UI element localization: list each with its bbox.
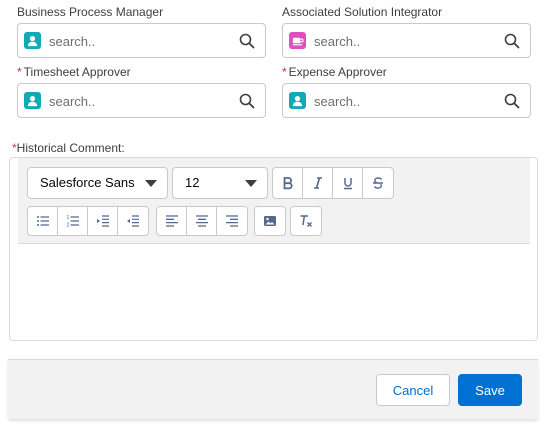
text-format-group xyxy=(272,167,394,199)
insert-image-button[interactable] xyxy=(255,207,285,235)
bulleted-list-icon xyxy=(36,216,49,226)
expense-approver-label: * Expense Approver xyxy=(282,65,387,79)
bulleted-list-button[interactable] xyxy=(28,207,58,235)
editor-toolbar: Salesforce Sans 12 1 2 xyxy=(18,158,530,244)
align-left-button[interactable] xyxy=(157,207,187,235)
chevron-down-icon xyxy=(245,180,257,187)
contact-icon xyxy=(24,32,41,49)
italic-icon xyxy=(313,177,322,189)
font-family-select[interactable]: Salesforce Sans xyxy=(27,167,168,199)
business-process-manager-lookup[interactable] xyxy=(17,23,266,58)
form-footer: Cancel Save xyxy=(8,359,538,419)
strikethrough-icon xyxy=(373,177,383,189)
remove-formatting-button[interactable] xyxy=(291,207,321,235)
required-marker: * xyxy=(17,65,22,79)
associated-solution-integrator-lookup[interactable] xyxy=(282,23,531,58)
indent-icon xyxy=(96,215,109,227)
rich-text-editor: Salesforce Sans 12 1 2 xyxy=(9,157,538,341)
editor-content-area[interactable] xyxy=(18,244,530,340)
timesheet-approver-label: * Timesheet Approver xyxy=(17,65,131,79)
chevron-down-icon xyxy=(145,180,157,187)
timesheet-approver-lookup[interactable] xyxy=(17,83,266,118)
svg-text:1: 1 xyxy=(66,215,69,221)
insert-group xyxy=(254,206,286,236)
expense-approver-search-input[interactable] xyxy=(314,91,494,111)
underline-icon xyxy=(343,178,352,190)
contact-icon xyxy=(24,92,41,109)
align-center-icon xyxy=(195,215,208,227)
align-right-button[interactable] xyxy=(217,207,247,235)
outdent-icon xyxy=(127,215,139,227)
search-icon[interactable] xyxy=(504,33,520,49)
align-right-icon xyxy=(226,215,238,227)
list-indent-group: 12 xyxy=(27,206,149,236)
required-marker: * xyxy=(282,65,287,79)
business-process-manager-label: Business Process Manager xyxy=(17,5,164,19)
business-process-manager-search-input[interactable] xyxy=(49,31,229,51)
numbered-list-icon: 12 xyxy=(66,215,79,229)
contact-icon xyxy=(289,92,306,109)
outdent-button[interactable] xyxy=(118,207,148,235)
save-button[interactable]: Save xyxy=(458,374,522,406)
indent-button[interactable] xyxy=(88,207,118,235)
search-icon[interactable] xyxy=(239,33,255,49)
align-center-button[interactable] xyxy=(187,207,217,235)
timesheet-approver-search-input[interactable] xyxy=(49,91,229,111)
associated-solution-integrator-label: Associated Solution Integrator xyxy=(282,5,443,19)
underline-button[interactable] xyxy=(333,168,363,198)
numbered-list-button[interactable]: 12 xyxy=(58,207,88,235)
expense-approver-lookup[interactable] xyxy=(282,83,531,118)
remove-formatting-icon xyxy=(300,215,312,227)
align-left-icon xyxy=(165,215,178,227)
search-icon[interactable] xyxy=(239,93,255,109)
record-form: Business Process Manager Associated Solu… xyxy=(0,0,545,426)
historical-comment-label: *Historical Comment: xyxy=(12,141,125,155)
font-size-select[interactable]: 12 xyxy=(172,167,268,199)
bold-icon xyxy=(283,177,293,190)
image-icon xyxy=(264,216,276,226)
svg-text:2: 2 xyxy=(66,223,69,229)
italic-button[interactable] xyxy=(303,168,333,198)
bold-button[interactable] xyxy=(273,168,303,198)
associated-solution-integrator-search-input[interactable] xyxy=(314,31,494,51)
custom-object-icon xyxy=(289,32,306,49)
search-icon[interactable] xyxy=(504,93,520,109)
clear-format-group xyxy=(290,206,322,236)
cancel-button[interactable]: Cancel xyxy=(376,374,450,406)
alignment-group xyxy=(156,206,248,236)
strikethrough-button[interactable] xyxy=(363,168,393,198)
